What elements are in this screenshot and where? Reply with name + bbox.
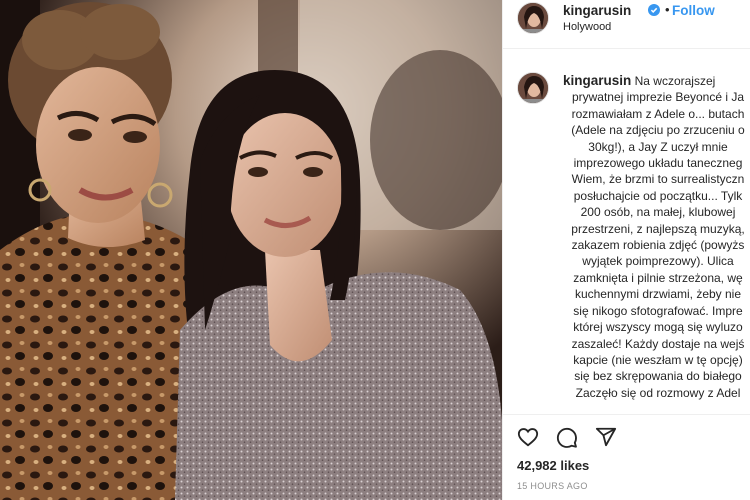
header-username[interactable]: kingarusin: [563, 3, 631, 18]
caption-line: przestrzeni, z najlepszą muzyką,: [571, 221, 745, 236]
caption-line: zamknięta i pilnie strzeżona, wę: [573, 270, 743, 285]
post-timestamp[interactable]: 15 HOURS AGO: [517, 481, 588, 491]
caption-first-line: kingarusin Na wczorajszej: [563, 73, 750, 89]
caption-line: 30kg!), a Jay Z uczył mnie: [588, 139, 728, 154]
caption-line: się nikogo sfotografować. Impre: [573, 303, 743, 318]
caption-username[interactable]: kingarusin: [563, 73, 631, 88]
caption-line: imprezowego układu taneczneg: [573, 156, 743, 171]
likes-count[interactable]: 42,982 likes: [517, 458, 589, 473]
separator-dot: •: [665, 2, 670, 17]
caption-line: Na wczorajszej: [634, 74, 716, 88]
caption-line: prywatnej imprezie Beyoncé i Ja: [571, 90, 745, 105]
caption-line: kapcie (nie weszłam w tę opcję): [573, 352, 743, 367]
avatar[interactable]: [517, 2, 549, 34]
caption-line: kuchennymi drzwiami, żeby nie: [574, 287, 742, 302]
heart-icon[interactable]: [517, 426, 539, 448]
caption-line: wyjątek poimprezowy). Ulica: [582, 254, 734, 269]
caption-line: (Adele na zdjęciu po zrzuceniu o: [571, 123, 745, 138]
caption-line: 200 osób, na małej, klubowej: [580, 205, 736, 220]
caption-line: której wszyscy mogą się wyluzo: [573, 320, 743, 335]
verified-badge-icon: [648, 4, 660, 16]
post-side-panel: kingarusin • Follow Holywood kingarusin …: [502, 0, 750, 500]
action-bar: 42,982 likes 15 HOURS AGO: [503, 414, 750, 500]
caption-avatar[interactable]: [517, 72, 549, 104]
caption-line: się bez skrępowania do białego: [574, 369, 742, 384]
caption-text: kingarusin Na wczorajszej prywatnej impr…: [563, 73, 750, 401]
post-header: kingarusin • Follow Holywood: [503, 0, 750, 49]
share-icon[interactable]: [595, 426, 617, 448]
caption-line: rozmawiałam z Adele o... butach: [571, 106, 745, 121]
location-link[interactable]: Holywood: [563, 21, 611, 33]
avatar-image: [518, 73, 548, 103]
caption-section: kingarusin Na wczorajszej prywatnej impr…: [503, 50, 750, 414]
photo-image: [0, 0, 502, 500]
post-photo[interactable]: [0, 0, 502, 500]
comment-icon[interactable]: [556, 426, 578, 448]
follow-button[interactable]: Follow: [672, 3, 715, 18]
caption-line: zakazem robienia zdjęć (powyżs: [571, 238, 745, 253]
caption-line: posłuchajcie od początku... Tylk: [573, 188, 743, 203]
caption-line: Wiem, że brzmi to surrealistyczn: [571, 172, 745, 187]
caption-line: zaszaleć! Każdy dostaje na wejś: [571, 336, 745, 351]
caption-line: Zaczęło się od rozmowy z Adel: [575, 385, 741, 400]
avatar-image: [518, 3, 548, 33]
